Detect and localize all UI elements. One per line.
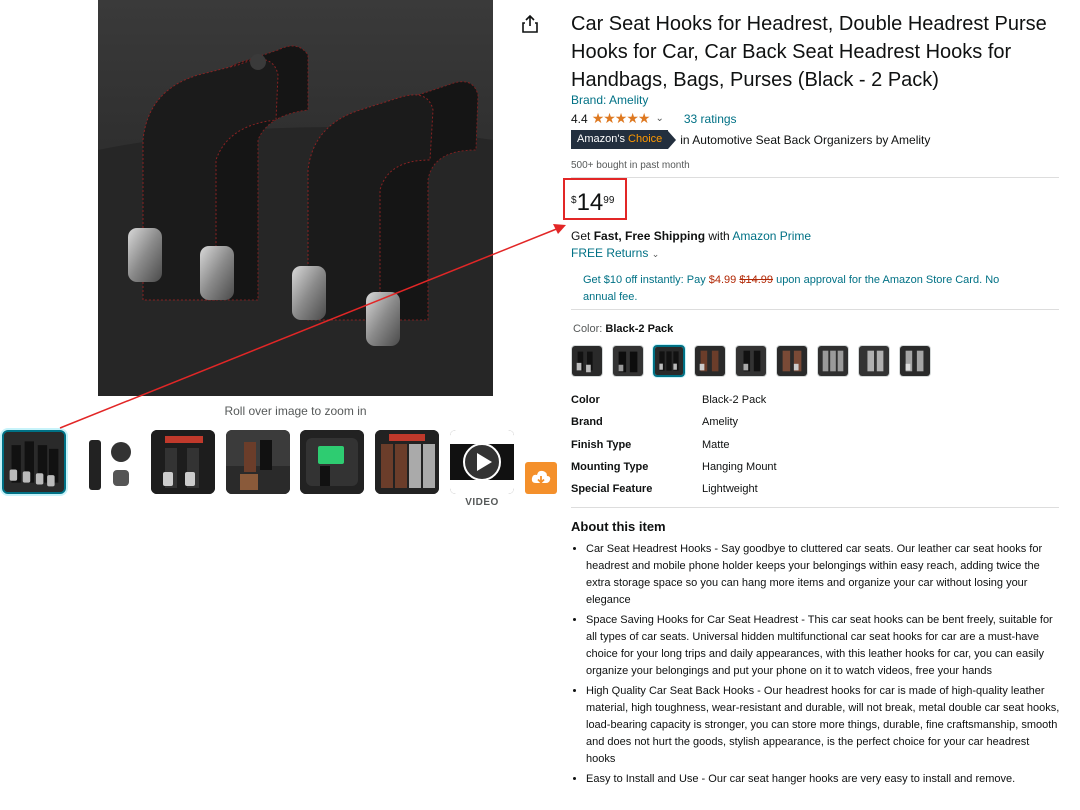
- thumbnail-5[interactable]: [300, 430, 364, 494]
- price: $ 14 99: [571, 189, 615, 216]
- shipping-info: Get Fast, Free Shipping with Amazon Prim…: [571, 229, 812, 243]
- badge-category[interactable]: in Automotive Seat Back Organizers by Am…: [680, 133, 930, 147]
- color-label: Color: Black-2 Pack: [573, 323, 674, 335]
- spec-row: Special Feature Lightweight: [571, 483, 758, 495]
- list-item: High Quality Car Seat Back Hooks - Our h…: [586, 683, 1061, 768]
- divider: [571, 177, 1059, 178]
- color-swatch-3-selected[interactable]: [653, 345, 685, 377]
- spec-row: Brand Amelity: [571, 416, 739, 428]
- spec-row: Mounting Type Hanging Mount: [571, 461, 777, 473]
- color-swatch-7[interactable]: [817, 345, 849, 377]
- thumbnail-4[interactable]: [226, 430, 290, 494]
- list-item: Space Saving Hooks for Car Seat Headrest…: [586, 612, 1061, 680]
- product-title: Car Seat Hooks for Headrest, Double Head…: [571, 13, 1047, 91]
- color-swatch-9[interactable]: [899, 345, 931, 377]
- color-swatch-1[interactable]: [571, 345, 603, 377]
- rating-value: 4.4: [571, 111, 588, 126]
- amazon-prime-link[interactable]: Amazon Prime: [732, 229, 811, 243]
- bought-count: 500+ bought in past month: [571, 160, 690, 171]
- color-swatch-8[interactable]: [858, 345, 890, 377]
- divider: [571, 507, 1059, 508]
- video-label: VIDEO: [465, 497, 499, 508]
- chevron-down-icon: ⌄: [651, 249, 660, 259]
- color-swatch-5[interactable]: [735, 345, 767, 377]
- play-icon: [450, 430, 514, 494]
- thumbnail-1[interactable]: [2, 430, 66, 494]
- color-swatch-2[interactable]: [612, 345, 644, 377]
- amazons-choice-badge-row: Amazon's Choice in Automotive Seat Back …: [571, 130, 930, 149]
- chevron-down-icon[interactable]: ⌄: [655, 113, 663, 124]
- thumbnail-2[interactable]: [77, 430, 141, 494]
- store-card-offer[interactable]: Get $10 off instantly: Pay $4.99 $14.99 …: [583, 272, 1023, 306]
- thumbnail-3[interactable]: [151, 430, 215, 494]
- color-swatch-6[interactable]: [776, 345, 808, 377]
- rating-row: 4.4 ★★★★★ ⌄ 33 ratings: [571, 110, 737, 127]
- divider: [571, 309, 1059, 310]
- about-bullets: Car Seat Headrest Hooks - Say goodbye to…: [571, 541, 1061, 790]
- download-icon: [531, 470, 551, 484]
- product-photo: [98, 0, 493, 396]
- main-product-image[interactable]: [98, 0, 493, 396]
- free-returns-link[interactable]: FREE Returns ⌄: [571, 246, 659, 260]
- ratings-count-link[interactable]: 33 ratings: [684, 112, 737, 126]
- share-icon[interactable]: [520, 14, 540, 34]
- star-rating-icon[interactable]: ★★★★★: [592, 110, 651, 127]
- list-item: Car Seat Headrest Hooks - Say goodbye to…: [586, 541, 1061, 609]
- spec-row: Color Black-2 Pack: [571, 394, 767, 406]
- spec-row: Finish Type Matte: [571, 438, 730, 451]
- amazons-choice-badge: Amazon's Choice: [571, 130, 669, 149]
- list-item: Easy to Install and Use - Our car seat h…: [586, 771, 1061, 788]
- thumbnail-video[interactable]: [450, 430, 514, 494]
- thumbnail-6[interactable]: [375, 430, 439, 494]
- download-button[interactable]: [525, 462, 557, 494]
- color-swatch-4[interactable]: [694, 345, 726, 377]
- zoom-hint: Roll over image to zoom in: [224, 404, 367, 418]
- about-title: About this item: [571, 519, 666, 534]
- brand-link[interactable]: Brand: Amelity: [571, 93, 648, 107]
